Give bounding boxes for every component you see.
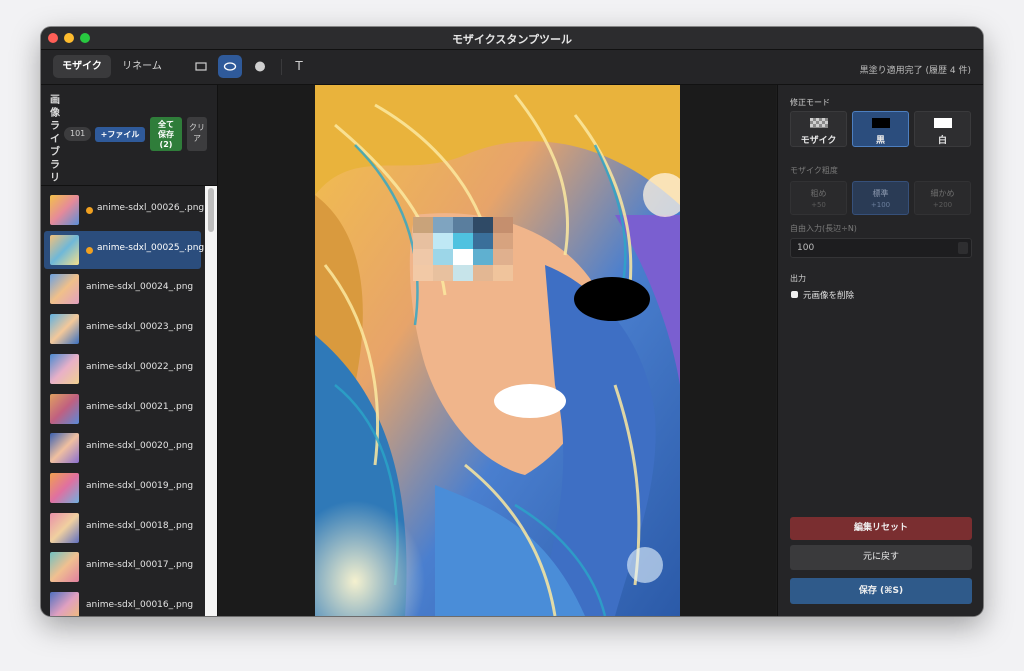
window-title: モザイクスタンプツール: [451, 33, 573, 46]
file-thumbnail: [50, 552, 79, 583]
mode-white-button[interactable]: 白: [914, 111, 971, 147]
file-name: anime-sdxl_00025_.png: [97, 242, 205, 253]
file-thumbnail: [50, 512, 79, 543]
scrollbar-thumb[interactable]: [208, 188, 214, 232]
add-file-button[interactable]: +ファイル: [95, 127, 145, 142]
file-thumbnail: [50, 234, 79, 265]
mode-black-button[interactable]: 黒: [852, 111, 909, 147]
library-header: 画像ライブラリ 101 +ファイル 全て 保存 (2) クリ ア: [41, 85, 217, 186]
editing-canvas[interactable]: [315, 85, 680, 616]
modified-indicator-dot: [86, 207, 93, 214]
file-thumbnail: [50, 472, 79, 503]
settings-panel: 修正モード モザイク 黒 白 モザイク粗度 粗め +50 標準 +100 細かめ…: [777, 85, 983, 616]
clear-button[interactable]: クリ ア: [187, 117, 207, 151]
file-thumbnail: [50, 353, 79, 384]
ellipse-icon: [223, 62, 237, 71]
correction-mode-label: 修正モード: [790, 98, 830, 107]
image-library-panel: 画像ライブラリ 101 +ファイル 全て 保存 (2) クリ ア anime-s…: [41, 85, 218, 616]
file-thumbnail: [50, 393, 79, 424]
free-input-label: 自由入力(長辺÷N): [790, 224, 857, 233]
file-list-item[interactable]: anime-sdxl_00020_.png: [44, 429, 201, 467]
circle-brush-tool-button[interactable]: [248, 55, 272, 78]
free-input-field[interactable]: 100: [790, 238, 972, 258]
file-name: anime-sdxl_00024_.png: [86, 282, 194, 293]
grain-standard-button[interactable]: 標準 +100: [852, 181, 909, 215]
tab-rename[interactable]: リネーム: [114, 55, 170, 78]
file-thumbnail: [50, 592, 79, 616]
file-list-item[interactable]: anime-sdxl_00026_.png: [44, 191, 205, 229]
file-list-item[interactable]: anime-sdxl_00025_.png: [44, 230, 205, 269]
file-list: anime-sdxl_00026_.png anime-sdxl_00025_.p…: [41, 186, 205, 616]
library-title: 画像ライブラリ: [50, 95, 60, 184]
delete-original-checkbox[interactable]: [791, 291, 798, 298]
file-thumbnail: [50, 314, 79, 345]
output-label: 出力: [790, 274, 806, 283]
file-name: anime-sdxl_00023_.png: [86, 322, 194, 333]
file-list-item[interactable]: anime-sdxl_00018_.png: [44, 509, 201, 547]
reset-edits-button[interactable]: 編集リセット: [790, 517, 972, 540]
file-name: anime-sdxl_00021_.png: [86, 401, 194, 412]
black-ellipse-stamp: [574, 277, 650, 321]
save-all-button[interactable]: 全て 保存 (2): [150, 117, 182, 151]
modified-indicator-dot: [86, 246, 93, 254]
file-thumbnail: [50, 195, 79, 225]
image-count-badge: 101: [64, 127, 92, 141]
file-thumbnail: [50, 433, 79, 464]
file-name: anime-sdxl_00026_.png: [97, 203, 205, 213]
text-tool-button[interactable]: T: [287, 55, 311, 78]
mosaic-pattern-icon: [810, 118, 828, 128]
file-list-item[interactable]: anime-sdxl_00019_.png: [44, 469, 201, 507]
grain-fine-button[interactable]: 細かめ +200: [914, 181, 971, 215]
file-name: anime-sdxl_00018_.png: [86, 520, 194, 531]
rectangle-icon: [195, 62, 207, 71]
black-swatch-icon: [872, 118, 890, 128]
mode-mosaic-button[interactable]: モザイク: [790, 111, 847, 147]
text-tool-icon: T: [295, 59, 303, 73]
file-name: anime-sdxl_00017_.png: [86, 560, 194, 571]
toolbar: モザイク リネーム T 黒塗り適用完了 (履歴 4 件): [41, 50, 983, 85]
toolbar-divider: [281, 59, 282, 75]
file-list-item[interactable]: anime-sdxl_00017_.png: [44, 548, 201, 586]
file-list-scrollbar[interactable]: [205, 186, 217, 616]
ellipse-tool-button[interactable]: [218, 55, 242, 78]
file-name: anime-sdxl_00016_.png: [86, 600, 194, 610]
circle-brush-icon: [255, 61, 265, 72]
mosaic-grain-label: モザイク粗度: [790, 166, 838, 175]
undo-button[interactable]: 元に戻す: [790, 545, 972, 570]
title-bar: モザイクスタンプツール: [41, 27, 983, 50]
file-list-item[interactable]: anime-sdxl_00021_.png: [44, 390, 201, 428]
app-window: モザイクスタンプツール モザイク リネーム T 黒塗り適用完了 (履歴 4 件)…: [41, 27, 983, 616]
mosaic-region: [413, 217, 513, 281]
grain-coarse-button[interactable]: 粗め +50: [790, 181, 847, 215]
file-list-item[interactable]: anime-sdxl_00016_.png: [44, 588, 201, 616]
file-list-item[interactable]: anime-sdxl_00024_.png: [44, 270, 201, 308]
status-text: 黒塗り適用完了 (履歴 4 件): [859, 66, 971, 76]
save-button[interactable]: 保存 (⌘S): [790, 578, 972, 604]
file-list-item[interactable]: anime-sdxl_00023_.png: [44, 310, 201, 348]
file-list-item[interactable]: anime-sdxl_00022_.png: [44, 350, 201, 388]
white-swatch-icon: [934, 118, 952, 128]
tab-mosaic[interactable]: モザイク: [53, 55, 111, 78]
file-thumbnail: [50, 274, 79, 305]
stepper-control[interactable]: [958, 242, 968, 254]
file-name: anime-sdxl_00022_.png: [86, 361, 194, 372]
file-name: anime-sdxl_00019_.png: [86, 480, 194, 491]
rectangle-tool-button[interactable]: [189, 55, 213, 78]
canvas-area: [218, 85, 776, 616]
file-name: anime-sdxl_00020_.png: [86, 441, 194, 452]
delete-original-label: 元画像を削除: [803, 291, 855, 301]
